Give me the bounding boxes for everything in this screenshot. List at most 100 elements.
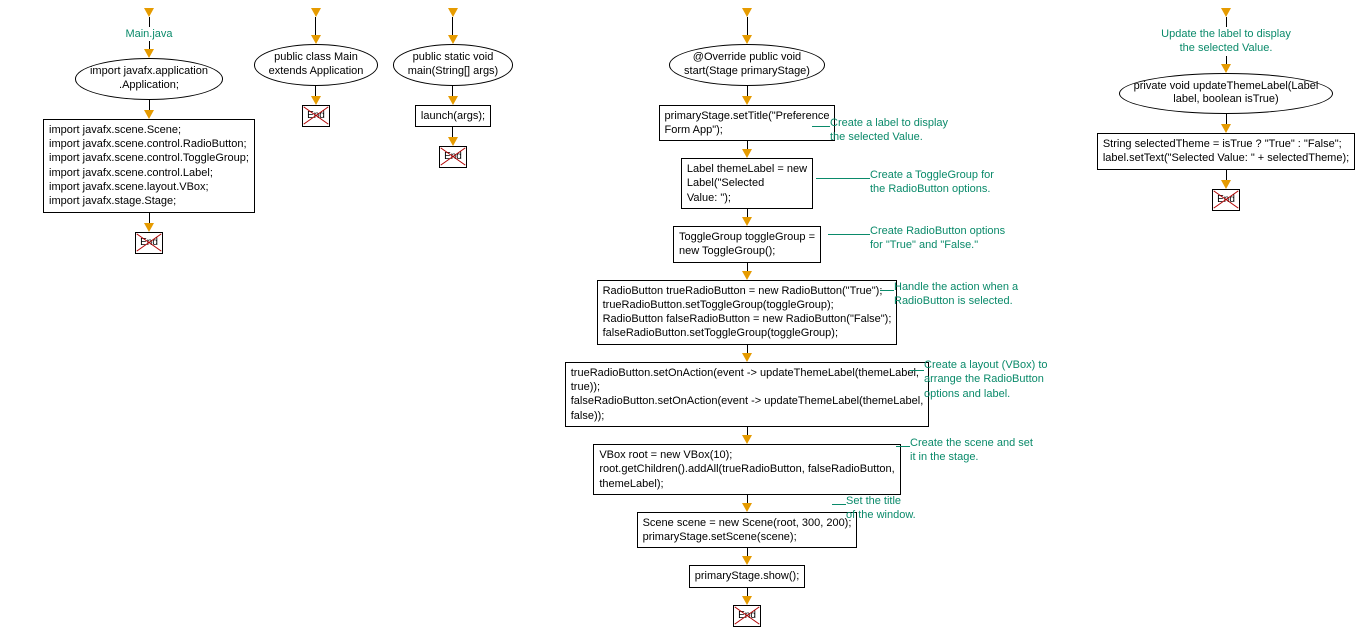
end-node: End [302, 105, 330, 127]
connector [452, 17, 453, 35]
arrow-icon [742, 271, 752, 280]
process-node: RadioButton trueRadioButton = new RadioB… [597, 280, 898, 345]
arrow-icon [742, 435, 752, 444]
annotation: Create the scene and set it in the stage… [910, 436, 1033, 465]
arrow-icon [144, 49, 154, 58]
file-title: Main.java [125, 27, 172, 41]
node-text: End [738, 610, 756, 621]
start-node: import javafx.application .Application; [75, 58, 223, 100]
arrow-icon [448, 96, 458, 105]
arrow-icon [742, 596, 752, 605]
process-node: primaryStage.setTitle("Preference Form A… [659, 105, 836, 142]
process-node: launch(args); [415, 105, 491, 127]
node-text: private void updateThemeLabel(Label labe… [1134, 80, 1319, 106]
node-text: RadioButton trueRadioButton = new RadioB… [603, 285, 892, 340]
connector [747, 427, 748, 435]
node-text: End [140, 237, 158, 248]
arrow-icon [144, 223, 154, 232]
node-text: End [1217, 194, 1235, 205]
arrow-icon [742, 217, 752, 226]
process-node: primaryStage.show(); [689, 565, 806, 587]
end-node: End [439, 146, 467, 168]
arrow-icon [1221, 124, 1231, 133]
node-text: import javafx.application .Application; [90, 65, 208, 91]
annotation: Create a label to display the selected V… [830, 116, 948, 145]
arrow-icon [742, 353, 752, 362]
end-node: End [733, 605, 761, 627]
connector [1226, 170, 1227, 180]
annotation-connector [910, 370, 924, 371]
annotation: Create a ToggleGroup for the RadioButton… [870, 168, 994, 197]
arrow-icon [448, 137, 458, 146]
connector [747, 345, 748, 353]
start-node: public static void main(String[] args) [393, 44, 513, 86]
node-text: primaryStage.setTitle("Preference Form A… [665, 110, 830, 136]
end-node: End [1212, 189, 1240, 211]
arrow-icon [742, 8, 752, 17]
start-node: private void updateThemeLabel(Label labe… [1119, 73, 1334, 115]
process-node: VBox root = new VBox(10); root.getChildr… [593, 444, 900, 495]
annotation-connector [828, 234, 870, 235]
process-node: import javafx.scene.Scene; import javafx… [43, 119, 255, 213]
connector [315, 86, 316, 96]
connector [747, 17, 748, 35]
flowchart-canvas: Main.java import javafx.application .App… [8, 8, 1359, 582]
connector [747, 209, 748, 217]
node-text: trueRadioButton.setOnAction(event -> upd… [571, 367, 924, 422]
annotation: Create RadioButton options for "True" an… [870, 224, 1005, 253]
arrow-icon [448, 35, 458, 44]
arrow-icon [742, 35, 752, 44]
connector [149, 17, 150, 27]
arrow-icon [742, 503, 752, 512]
annotation-connector [832, 504, 846, 505]
annotation: Create a layout (VBox) to arrange the Ra… [924, 358, 1048, 401]
connector [452, 127, 453, 137]
annotation: Update the label to display the selected… [1161, 27, 1291, 56]
process-node: ToggleGroup toggleGroup = new ToggleGrou… [673, 226, 821, 263]
node-text: primaryStage.show(); [695, 570, 800, 582]
connector [747, 548, 748, 556]
node-text: VBox root = new VBox(10); root.getChildr… [599, 449, 894, 490]
node-text: public class Main extends Application [269, 51, 364, 77]
start-node: @Override public void start(Stage primar… [669, 44, 825, 86]
arrow-icon [742, 96, 752, 105]
arrow-icon [144, 110, 154, 119]
connector [1226, 56, 1227, 64]
arrow-icon [311, 35, 321, 44]
node-text: End [307, 110, 325, 121]
node-text: Label themeLabel = new Label("Selected V… [687, 163, 807, 204]
connector [747, 588, 748, 596]
node-text: launch(args); [421, 110, 485, 122]
process-node: Scene scene = new Scene(root, 300, 200);… [637, 512, 858, 549]
arrow-icon [742, 149, 752, 158]
annotation-connector [812, 126, 830, 127]
node-text: ToggleGroup toggleGroup = new ToggleGrou… [679, 231, 815, 257]
arrow-icon [144, 8, 154, 17]
connector [1226, 17, 1227, 27]
node-text: String selectedTheme = isTrue ? "True" :… [1103, 138, 1349, 164]
connector [747, 495, 748, 503]
node-text: public static void main(String[] args) [408, 51, 498, 77]
arrow-icon [742, 556, 752, 565]
arrow-icon [1221, 8, 1231, 17]
connector [747, 86, 748, 96]
node-text: import javafx.scene.Scene; import javafx… [49, 124, 249, 207]
connector [1226, 114, 1227, 124]
connector [149, 213, 150, 223]
arrow-icon [448, 8, 458, 17]
process-node: Label themeLabel = new Label("Selected V… [681, 158, 813, 209]
end-node: End [135, 232, 163, 254]
process-node: String selectedTheme = isTrue ? "True" :… [1097, 133, 1355, 170]
connector [149, 41, 150, 49]
arrow-icon [1221, 180, 1231, 189]
annotation-connector [816, 178, 870, 179]
process-node: trueRadioButton.setOnAction(event -> upd… [565, 362, 930, 427]
connector [315, 17, 316, 35]
connector [452, 86, 453, 96]
arrow-icon [1221, 64, 1231, 73]
annotation: Handle the action when a RadioButton is … [894, 280, 1018, 309]
annotation-connector [896, 446, 910, 447]
annotation: Set the title of the window. [846, 494, 916, 523]
connector [747, 263, 748, 271]
connector [149, 100, 150, 110]
